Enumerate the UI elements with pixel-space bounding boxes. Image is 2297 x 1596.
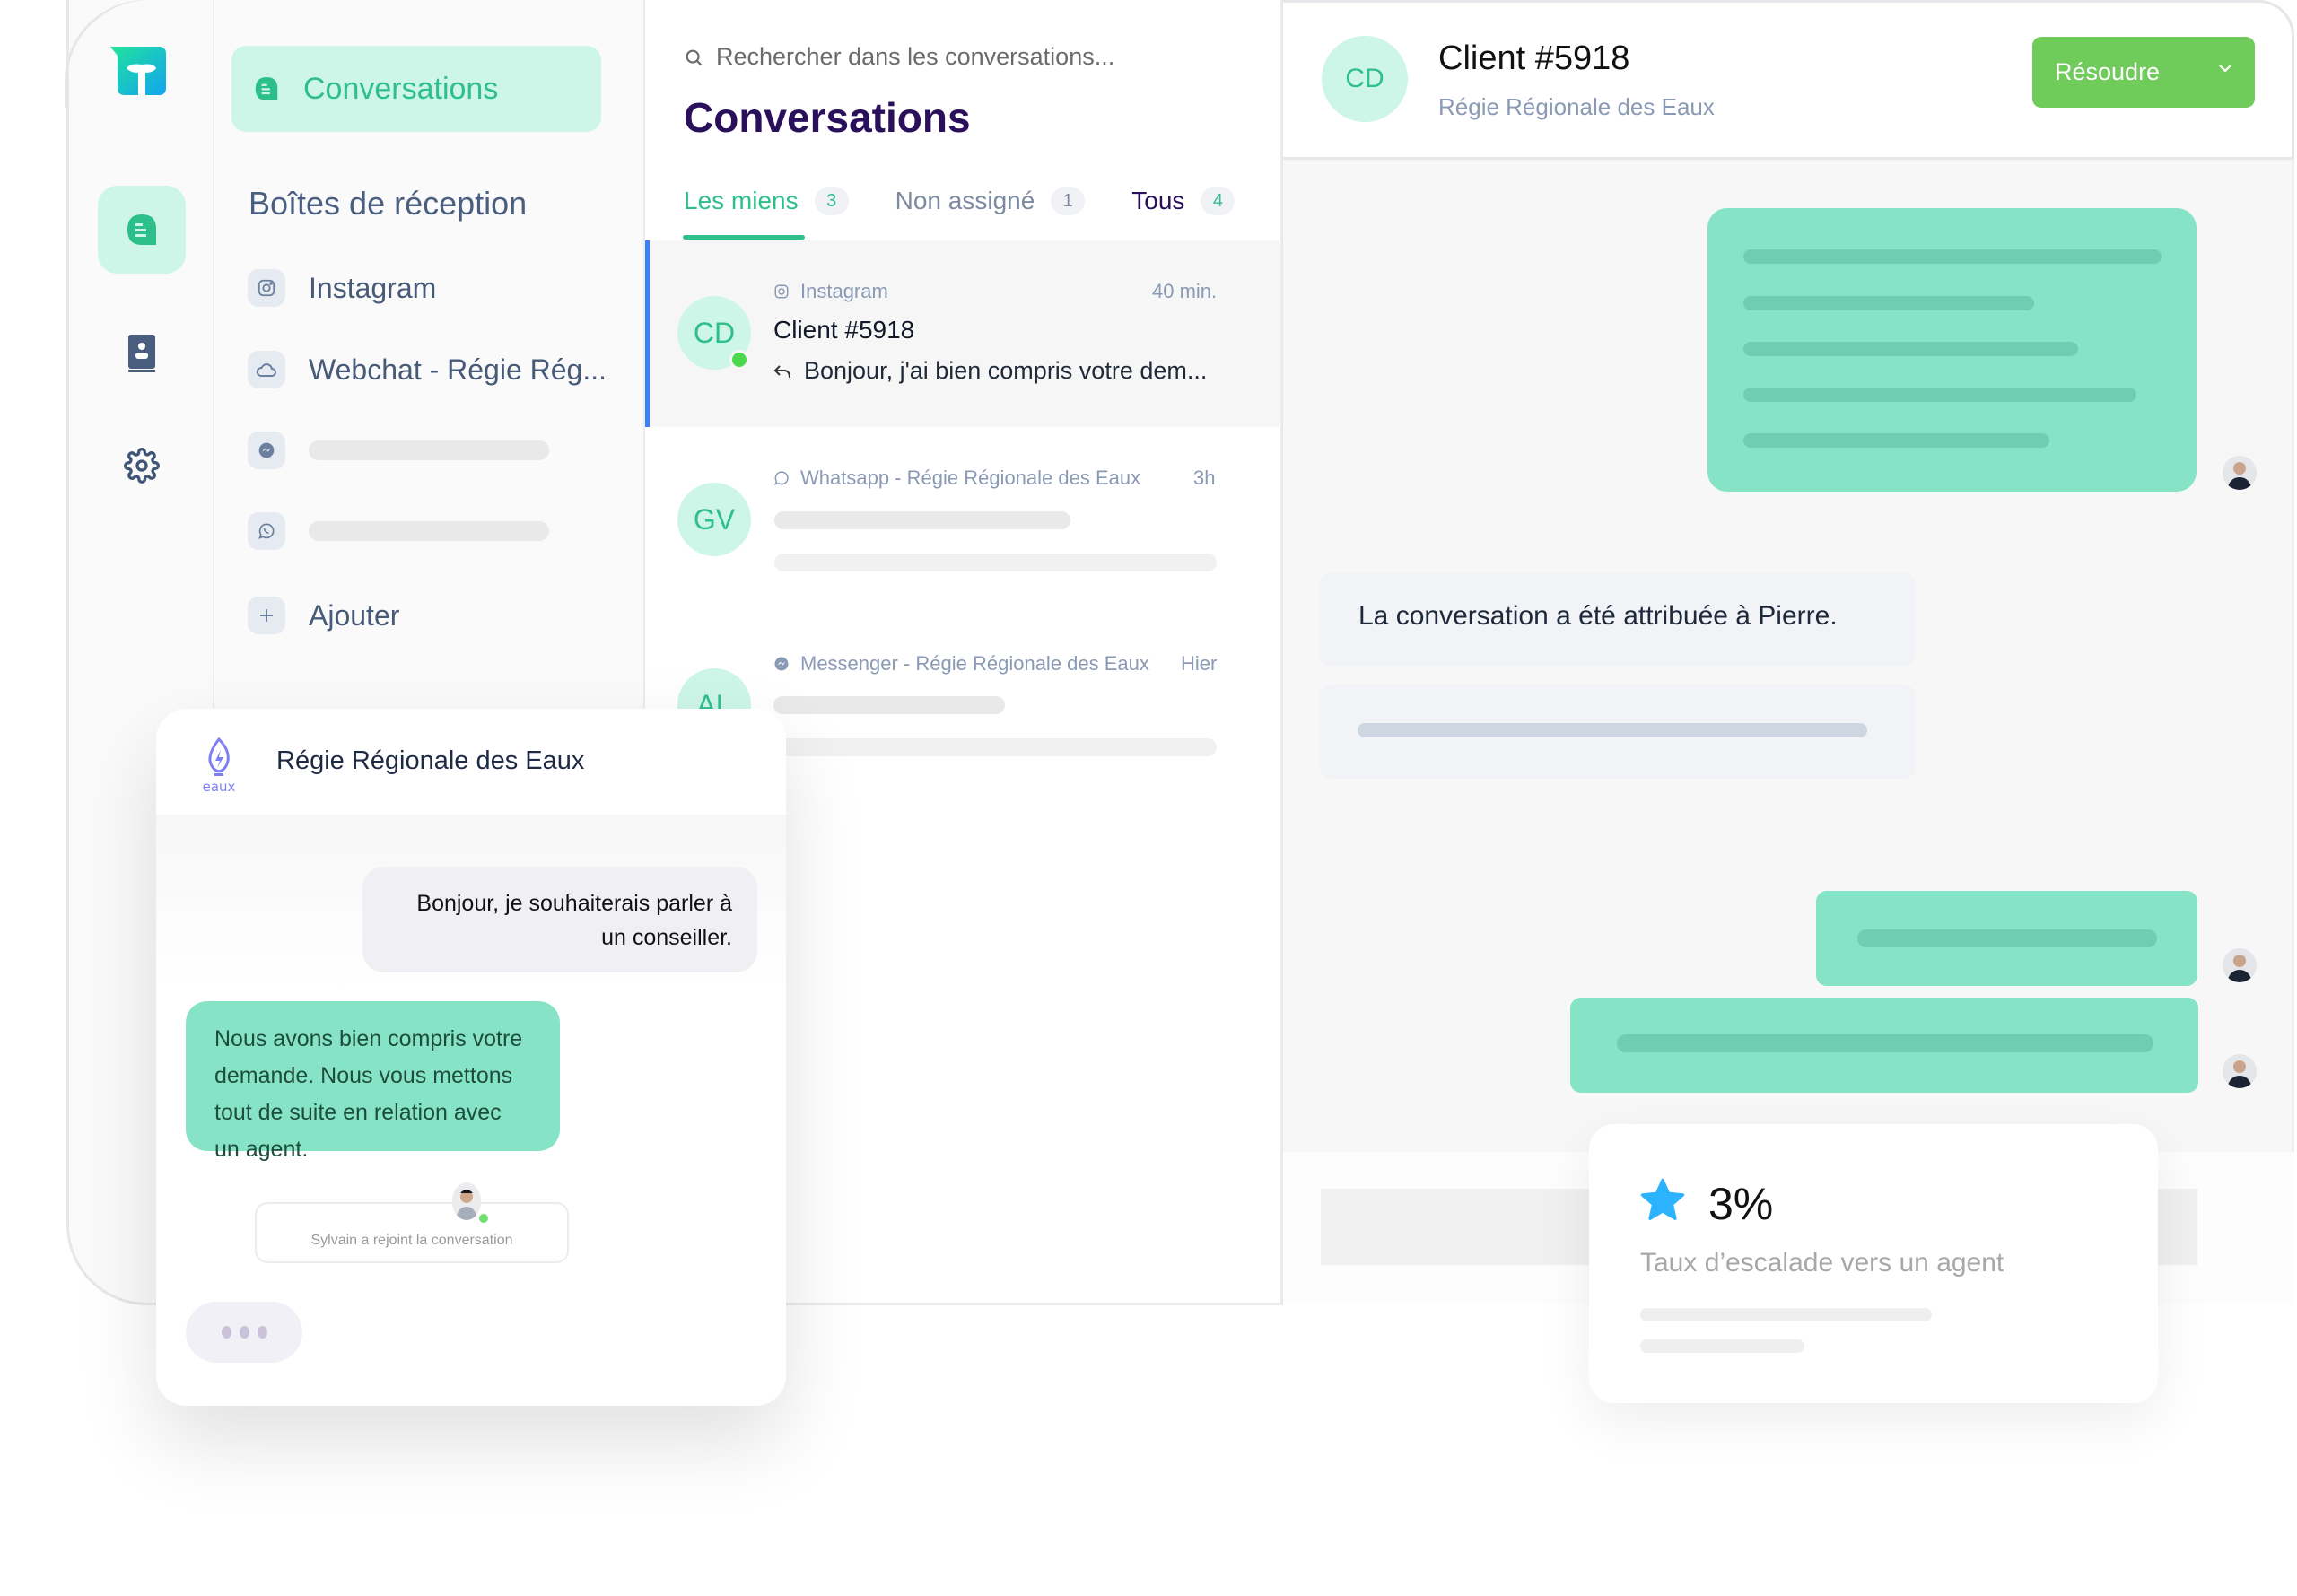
whatsapp-icon [258, 523, 275, 539]
inbox-label: Instagram [309, 271, 437, 304]
message-line-placeholder [1743, 433, 2049, 448]
widget-header: eaux Régie Régionale des Eaux [156, 709, 786, 815]
search-input[interactable]: Rechercher dans les conversations... [716, 43, 1114, 71]
system-message-text: La conversation a été attribuée à Pierre… [1358, 601, 1838, 631]
tab-label: Non assigné [895, 187, 1035, 214]
escalation-stat-card: 3% Taux d’escalade vers un agent [1589, 1124, 2158, 1403]
rail-contacts-button[interactable] [98, 310, 186, 397]
instagram-icon [258, 279, 275, 297]
message-line-placeholder [1743, 296, 2034, 310]
conversation-tabs: Les miens 3 Non assigné 1 Tous 4 [684, 187, 1281, 215]
cloud-icon [256, 363, 276, 377]
message-line-placeholder [1857, 929, 2157, 947]
inboxes-heading: Boîtes de réception [249, 185, 528, 222]
source-label: Whatsapp - Régie Régionale des Eaux [800, 467, 1141, 489]
messenger-icon [774, 657, 789, 671]
contact-avatar: GV [677, 483, 751, 556]
chat-contact-subtitle: Régie Régionale des Eaux [1438, 93, 1715, 120]
message-line-placeholder [1617, 1034, 2153, 1052]
logo-text: eaux [203, 779, 236, 793]
message-line-placeholder [1743, 249, 2162, 264]
messenger-icon [258, 442, 275, 458]
active-tab-indicator [683, 235, 805, 240]
tab-label: Tous [1131, 187, 1185, 214]
logo-icon[interactable] [109, 47, 166, 95]
tab-unassigned[interactable]: Non assigné 1 [895, 187, 1086, 215]
agent-avatar [2223, 948, 2257, 982]
add-inbox-button[interactable]: Ajouter [248, 596, 399, 635]
inbox-label-placeholder [309, 440, 549, 460]
inbox-item-whatsapp[interactable] [248, 511, 549, 551]
resolve-button[interactable]: Résoudre [2032, 37, 2255, 108]
inbox-item-instagram[interactable]: Instagram [248, 268, 436, 308]
search-icon [686, 49, 703, 65]
name-placeholder [774, 511, 1070, 529]
whatsapp-icon [774, 471, 789, 485]
user-message-bubble: Bonjour, je souhaiterais parler à un con… [362, 867, 757, 972]
conversations-icon [255, 77, 278, 100]
reply-icon [773, 364, 790, 378]
tab-count-badge: 3 [814, 187, 849, 215]
online-status-dot [477, 1212, 490, 1225]
message-line-placeholder [1743, 388, 2136, 402]
bot-message-bubble: Nous avons bien compris votre demande. N… [186, 1001, 560, 1162]
inbox-item-webchat[interactable]: Webchat - Régie Rég... [248, 350, 607, 389]
agent-joined-text: Sylvain a rejoint la conversation [310, 1233, 513, 1248]
widget-title: Régie Régionale des Eaux [276, 746, 585, 775]
tab-count-badge: 4 [1201, 187, 1236, 215]
source-label: Messenger - Régie Régionale des Eaux [800, 652, 1149, 675]
conversation-time: 3h [1193, 467, 1216, 489]
system-line-placeholder [1358, 723, 1867, 737]
contacts-book-icon [128, 335, 155, 372]
agent-avatar [452, 1182, 481, 1220]
regie-logo-icon: eaux [203, 737, 236, 793]
preview-placeholder [774, 554, 1217, 571]
conversation-source: Messenger - Régie Régionale des Eaux [773, 652, 1149, 676]
stat-line-placeholder [1640, 1339, 1804, 1353]
instagram-icon [774, 284, 789, 299]
page-title: Conversations [684, 94, 971, 141]
message-line-placeholder [1743, 342, 2078, 356]
agent-avatar [2223, 456, 2257, 490]
sidebar-item-conversations[interactable]: Conversations [231, 46, 601, 132]
online-status-dot [729, 350, 749, 370]
tab-mine[interactable]: Les miens 3 [684, 187, 849, 215]
stat-line-placeholder [1640, 1308, 1932, 1321]
name-placeholder [773, 696, 1005, 714]
tab-label: Les miens [684, 187, 799, 214]
conversations-icon [127, 214, 156, 245]
escalation-rate-label: Taux d’escalade vers un agent [1640, 1248, 2004, 1278]
tab-count-badge: 1 [1051, 187, 1086, 215]
chevron-down-icon[interactable] [2215, 58, 2235, 78]
preview-placeholder [773, 738, 1217, 756]
inbox-item-messenger[interactable] [248, 431, 549, 470]
inbox-label: Ajouter [309, 598, 400, 632]
escalation-rate-value: 3% [1708, 1179, 1774, 1229]
inbox-label: Webchat - Régie Rég... [309, 353, 607, 386]
conversation-search[interactable]: Rechercher dans les conversations... [684, 43, 1114, 71]
chat-contact-name: Client #5918 [1438, 39, 1630, 77]
agent-avatar [2223, 1054, 2257, 1088]
webchat-widget: eaux Régie Régionale des Eaux Bonjour, j… [156, 709, 786, 1406]
conversation-source: Whatsapp - Régie Régionale des Eaux [773, 467, 1140, 490]
plus-icon [260, 609, 273, 622]
sidebar-item-label: Conversations [303, 71, 499, 106]
resolve-label: Résoudre [2055, 58, 2161, 85]
conversation-contact-name: Client #5918 [773, 316, 915, 344]
conversation-time: 40 min. [1152, 280, 1218, 302]
conversation-source: Instagram [773, 280, 888, 303]
inbox-label-placeholder [309, 521, 549, 541]
typing-indicator [186, 1302, 302, 1363]
tab-all[interactable]: Tous 4 [1131, 187, 1236, 215]
preview-text: Bonjour, j'ai bien compris votre dem... [804, 357, 1208, 384]
conversation-time: Hier [1181, 652, 1218, 675]
settings-gear-icon [124, 448, 160, 484]
rail-conversations-button[interactable] [98, 186, 186, 274]
rail-settings-button[interactable] [98, 422, 186, 510]
star-icon [1640, 1178, 1685, 1220]
chat-contact-avatar: CD [1322, 36, 1408, 122]
source-label: Instagram [800, 280, 888, 302]
conversation-preview: Bonjour, j'ai bien compris votre dem... [773, 357, 1207, 385]
agent-joined-notice: Sylvain a rejoint la conversation [255, 1202, 569, 1263]
